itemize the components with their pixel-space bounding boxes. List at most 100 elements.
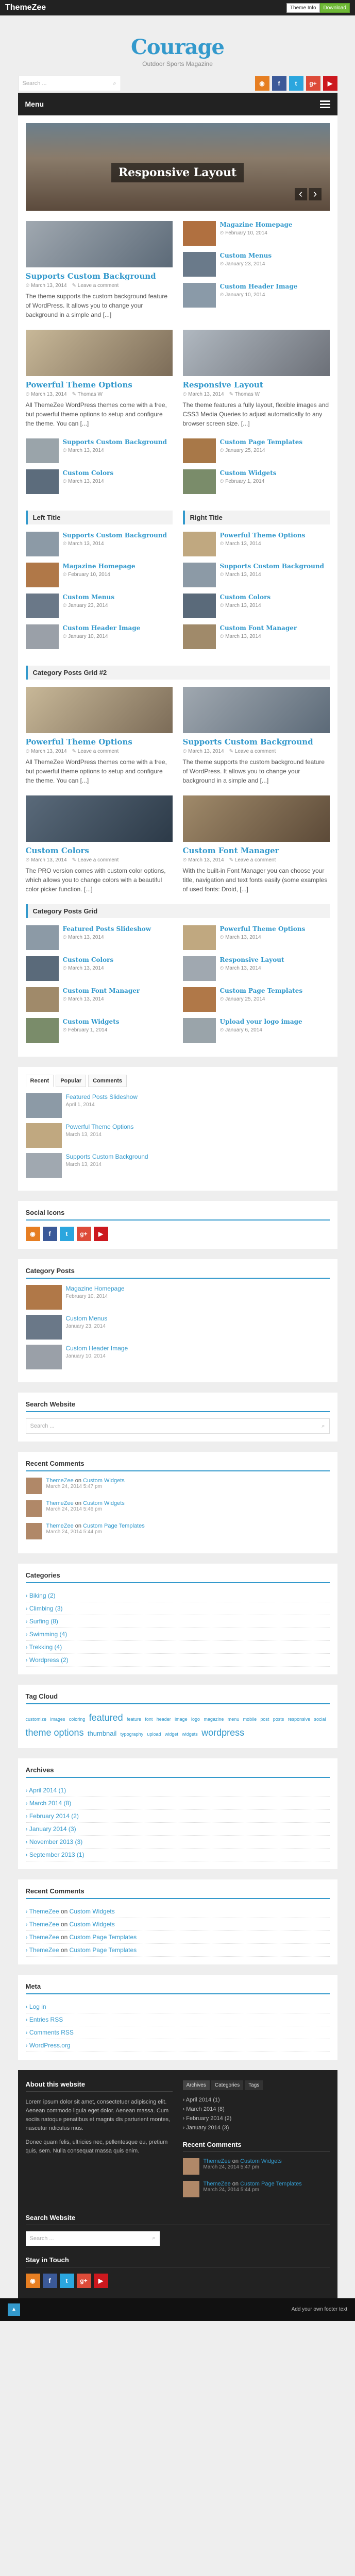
post-date[interactable]: January 6, 2014 (220, 1027, 262, 1033)
meta-item[interactable]: Comments RSS (25, 2026, 330, 2039)
post-thumbnail[interactable] (25, 1345, 62, 1369)
post-title[interactable]: Custom Page Templates (220, 987, 303, 994)
post-title[interactable]: Featured Posts Slideshow (66, 1093, 138, 1100)
rss-icon[interactable]: ◉ (255, 76, 269, 91)
post-date[interactable]: March 13, 2014 (26, 749, 67, 754)
post-thumbnail[interactable] (25, 987, 59, 1012)
slider-caption[interactable]: Responsive Layout (111, 163, 244, 182)
sidebar-search-input[interactable]: Search ... ⌕ (25, 1418, 330, 1434)
tag-link[interactable]: social (314, 1717, 326, 1722)
post-title[interactable]: Magazine Homepage (66, 1285, 125, 1292)
category-item[interactable]: Biking (2) (25, 1589, 330, 1602)
post-thumbnail[interactable] (25, 563, 59, 587)
post-title[interactable]: Custom Header Image (66, 1345, 128, 1352)
post-title[interactable]: Supports Custom Background (26, 272, 173, 281)
post-title[interactable]: Custom Colors (63, 469, 114, 477)
post-title[interactable]: Upload your logo image (220, 1018, 302, 1025)
post-title[interactable]: Responsive Layout (220, 956, 284, 963)
post-thumbnail[interactable] (25, 532, 59, 556)
comment-post[interactable]: Custom Widgets (83, 1478, 125, 1484)
post-title[interactable]: Magazine Homepage (63, 563, 136, 570)
meta-link[interactable]: Comments RSS (29, 2029, 74, 2036)
post-date[interactable]: March 13, 2014 (220, 935, 261, 940)
post-date[interactable]: January 25, 2014 (220, 996, 265, 1002)
post-title[interactable]: Custom Colors (63, 956, 114, 963)
post-date[interactable]: March 13, 2014 (63, 448, 104, 453)
post-title[interactable]: Custom Colors (220, 594, 271, 601)
comment-post[interactable]: Custom Page Templates (83, 1523, 145, 1529)
tag-link[interactable]: widget (165, 1732, 178, 1737)
comment-author[interactable]: ThemeZee (46, 1500, 74, 1506)
post-date[interactable]: March 13, 2014 (183, 392, 224, 397)
comment-author[interactable]: ThemeZee (46, 1478, 74, 1484)
archive-label[interactable]: April 2014 (1) (29, 1787, 66, 1794)
tag-link[interactable]: posts (273, 1717, 284, 1722)
post-thumbnail[interactable] (25, 330, 173, 376)
post-title[interactable]: Powerful Theme Options (26, 737, 173, 747)
googleplus-icon[interactable]: g+ (76, 1227, 91, 1241)
post-date[interactable]: March 13, 2014 (220, 541, 261, 547)
post-comments[interactable]: Leave a comment (72, 857, 119, 863)
post-thumbnail[interactable] (25, 469, 59, 494)
archive-label[interactable]: February 2014 (2) (29, 1812, 79, 1820)
post-date[interactable]: March 13, 2014 (220, 572, 261, 578)
post-thumbnail[interactable] (182, 624, 216, 649)
tag-link[interactable]: image (175, 1717, 188, 1722)
tab-archives[interactable]: Archives (182, 2080, 210, 2090)
post-thumbnail[interactable] (25, 1153, 62, 1178)
post-date[interactable]: February 10, 2014 (220, 230, 267, 236)
post-thumbnail[interactable] (25, 624, 59, 649)
post-title[interactable]: Custom Menus (66, 1315, 108, 1322)
post-comments[interactable]: Leave a comment (72, 283, 119, 289)
category-label[interactable]: Trekking (4) (29, 1643, 62, 1651)
category-label[interactable]: Surfing (8) (29, 1618, 58, 1625)
tag-link[interactable]: post (260, 1717, 269, 1722)
slider-prev-icon[interactable]: ‹ (294, 188, 307, 200)
post-title[interactable]: Custom Page Templates (220, 438, 303, 446)
post-date[interactable]: March 13, 2014 (26, 857, 67, 863)
post-title[interactable]: Powerful Theme Options (220, 925, 306, 933)
post-date[interactable]: January 23, 2014 (63, 603, 108, 608)
post-date[interactable]: March 13, 2014 (220, 634, 261, 639)
post-title[interactable]: Supports Custom Background (66, 1153, 148, 1160)
post-thumbnail[interactable] (25, 1018, 59, 1043)
post-thumbnail[interactable] (182, 330, 330, 376)
comment-post[interactable]: Custom Widgets (240, 2158, 282, 2164)
post-comments[interactable]: Leave a comment (229, 857, 276, 863)
tab-recent[interactable]: Recent (25, 1075, 54, 1087)
archive-label[interactable]: November 2013 (3) (29, 1838, 82, 1845)
twitter-icon[interactable]: t (59, 2273, 74, 2288)
tab-categories[interactable]: Categories (211, 2080, 244, 2090)
archive-label[interactable]: September 2013 (1) (29, 1851, 84, 1858)
post-thumbnail[interactable] (182, 283, 216, 308)
facebook-icon[interactable]: f (42, 1227, 57, 1241)
post-thumbnail[interactable] (182, 1018, 216, 1043)
post-title[interactable]: Custom Colors (26, 846, 173, 855)
tag-link[interactable]: thumbnail (88, 1730, 116, 1737)
category-item[interactable]: Climbing (3) (25, 1602, 330, 1615)
post-date[interactable]: March 13, 2014 (63, 479, 104, 484)
comment-author[interactable]: ThemeZee (29, 1908, 59, 1915)
post-title[interactable]: Custom Font Manager (63, 987, 140, 994)
footer-search-input[interactable]: Search ... ⌕ (25, 2231, 160, 2246)
post-thumbnail[interactable] (182, 594, 216, 618)
tag-link[interactable]: theme options (26, 1727, 84, 1738)
post-thumbnail[interactable] (182, 438, 216, 463)
post-title[interactable]: Custom Widgets (220, 469, 277, 477)
comment-post[interactable]: Custom Widgets (70, 1921, 115, 1928)
tag-link[interactable]: feature (127, 1717, 141, 1722)
archive-label[interactable]: March 2014 (8) (29, 1800, 71, 1807)
post-date[interactable]: January 23, 2014 (220, 261, 265, 267)
header-search-input[interactable]: Search ... ⌕ (18, 76, 121, 91)
post-thumbnail[interactable] (25, 687, 173, 733)
back-to-top-icon[interactable]: ▲ (8, 2303, 20, 2316)
tag-link[interactable]: logo (191, 1717, 200, 1722)
archive-label[interactable]: January 2014 (3) (29, 1825, 76, 1833)
archive-item[interactable]: January 2014 (3) (183, 2123, 330, 2132)
googleplus-icon[interactable]: g+ (306, 76, 320, 91)
post-thumbnail[interactable] (182, 987, 216, 1012)
site-title[interactable]: Courage (18, 15, 337, 59)
post-thumbnail[interactable] (25, 594, 59, 618)
tag-link[interactable]: magazine (204, 1717, 224, 1722)
comment-author[interactable]: ThemeZee (204, 2181, 231, 2187)
